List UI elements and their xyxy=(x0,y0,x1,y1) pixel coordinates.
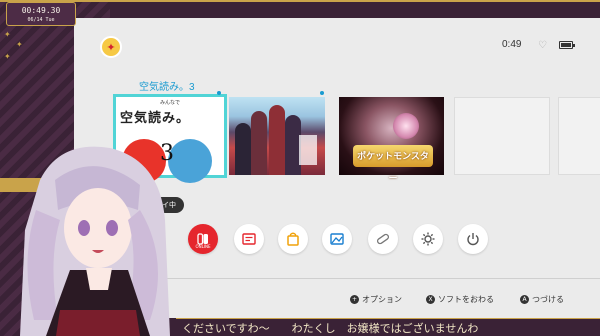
frame-gold-edge xyxy=(0,0,600,2)
system-clock: 0:49 xyxy=(502,39,522,50)
character-figure xyxy=(269,105,285,175)
hint-label: オプション xyxy=(362,295,402,304)
update-dot xyxy=(320,91,324,95)
online-button[interactable]: ONLINE xyxy=(188,224,218,254)
game-logo xyxy=(299,135,317,165)
game-tile-pokemon[interactable]: ポケットモンスター xyxy=(339,97,444,183)
empty-tile[interactable] xyxy=(454,97,550,175)
vtuber-avatar xyxy=(20,146,170,336)
stream-timer: 00:49.30 06/14 Tue xyxy=(6,2,76,26)
online-label: ONLINE xyxy=(195,244,211,249)
controllers-button[interactable] xyxy=(368,224,398,254)
user-avatar[interactable]: ✦ xyxy=(100,36,122,58)
news-button[interactable] xyxy=(234,224,264,254)
hint-label: ソフトをおわる xyxy=(438,295,494,304)
shopping-bag-icon xyxy=(287,232,299,246)
power-icon xyxy=(467,233,479,246)
timer-date: 06/14 Tue xyxy=(27,17,55,23)
album-icon xyxy=(330,233,344,245)
a-button-icon: A xyxy=(520,295,529,304)
sparkle-icon: ✦ xyxy=(4,30,11,39)
subtitle-ticker: くださいですわ〜 わたくし お嬢様ではございませんわ xyxy=(176,318,600,336)
tile-small-text: みんなで xyxy=(160,100,181,106)
sparkle-icon: ✦ xyxy=(16,40,23,49)
hint-close-software[interactable]: X ソフトをおわる xyxy=(426,294,494,305)
tile-title: 空気読み。 xyxy=(120,111,191,126)
timer-time: 00:49.30 xyxy=(21,6,61,15)
subtitle-text: くださいですわ〜 わたくし お嬢様ではございませんわ xyxy=(182,322,479,335)
selected-game-title: 空気読み。3 xyxy=(139,82,195,93)
news-icon xyxy=(242,233,256,245)
battery-icon xyxy=(559,41,575,49)
pokemon-orb xyxy=(393,113,419,139)
controller-icon xyxy=(376,233,390,245)
settings-button[interactable] xyxy=(413,224,443,254)
empty-tile[interactable] xyxy=(558,97,600,175)
eshop-button[interactable] xyxy=(278,224,308,254)
album-button[interactable] xyxy=(322,224,352,254)
character-figure xyxy=(235,123,251,175)
hint-options[interactable]: + オプション xyxy=(350,294,402,305)
update-dot xyxy=(217,91,221,95)
x-button-icon: X xyxy=(426,295,435,304)
hint-label: つづける xyxy=(532,295,564,304)
character-figure xyxy=(251,111,267,175)
pokemon-logo: ポケットモンスター xyxy=(353,145,433,183)
game-tile-anime[interactable] xyxy=(229,91,325,175)
wifi-icon: ♡ xyxy=(538,40,547,51)
plus-button-icon: + xyxy=(350,295,359,304)
sparkle-icon: ✦ xyxy=(4,52,11,61)
power-button[interactable] xyxy=(458,224,488,254)
hint-continue[interactable]: A つづける xyxy=(520,294,564,305)
gear-icon xyxy=(421,232,435,246)
